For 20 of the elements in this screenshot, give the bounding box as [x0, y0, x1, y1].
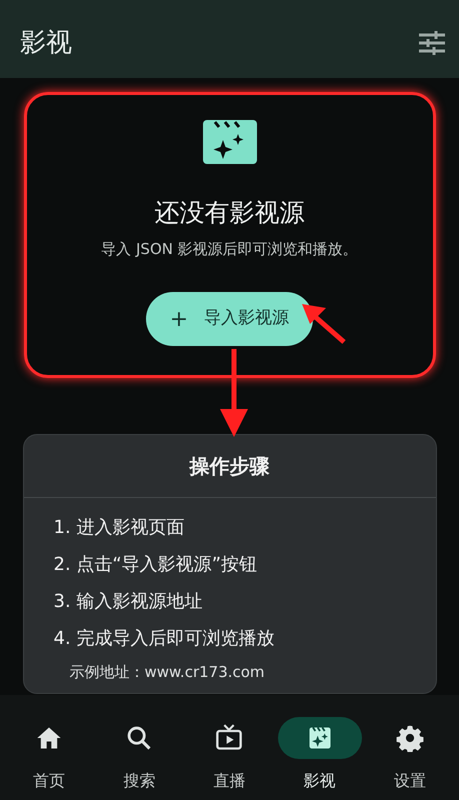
instruction-step: 1. 进入影视页面	[54, 514, 436, 541]
import-source-button[interactable]: + 导入影视源	[146, 292, 314, 346]
empty-state-title: 还没有影视源	[154, 197, 304, 229]
nav-tab[interactable]: 直播	[187, 717, 272, 793]
plus-icon: +	[170, 302, 188, 336]
settings-icon	[396, 724, 424, 752]
instruction-step: 2. 点击“导入影视源”按钮	[54, 551, 436, 578]
clapperboard-icon	[202, 120, 256, 164]
nav-tab[interactable]: 首页	[7, 717, 92, 793]
instruction-step: 4. 完成导入后即可浏览播放	[54, 625, 436, 652]
instructions-title: 操作步骤	[24, 435, 436, 498]
empty-state-message: 导入 JSON 影视源后即可浏览和播放。	[101, 238, 358, 260]
page-title: 影视	[20, 26, 72, 60]
settings-icon[interactable]	[419, 31, 445, 55]
nav-tab[interactable]: 设置	[368, 717, 452, 793]
example-address: 示例地址：www.cr173.com	[68, 662, 266, 683]
nav-tab[interactable]: 搜索	[97, 717, 182, 793]
instruction-step: 3. 输入影视源地址	[54, 588, 436, 615]
tv-icon	[215, 724, 244, 752]
search-icon	[125, 724, 154, 752]
